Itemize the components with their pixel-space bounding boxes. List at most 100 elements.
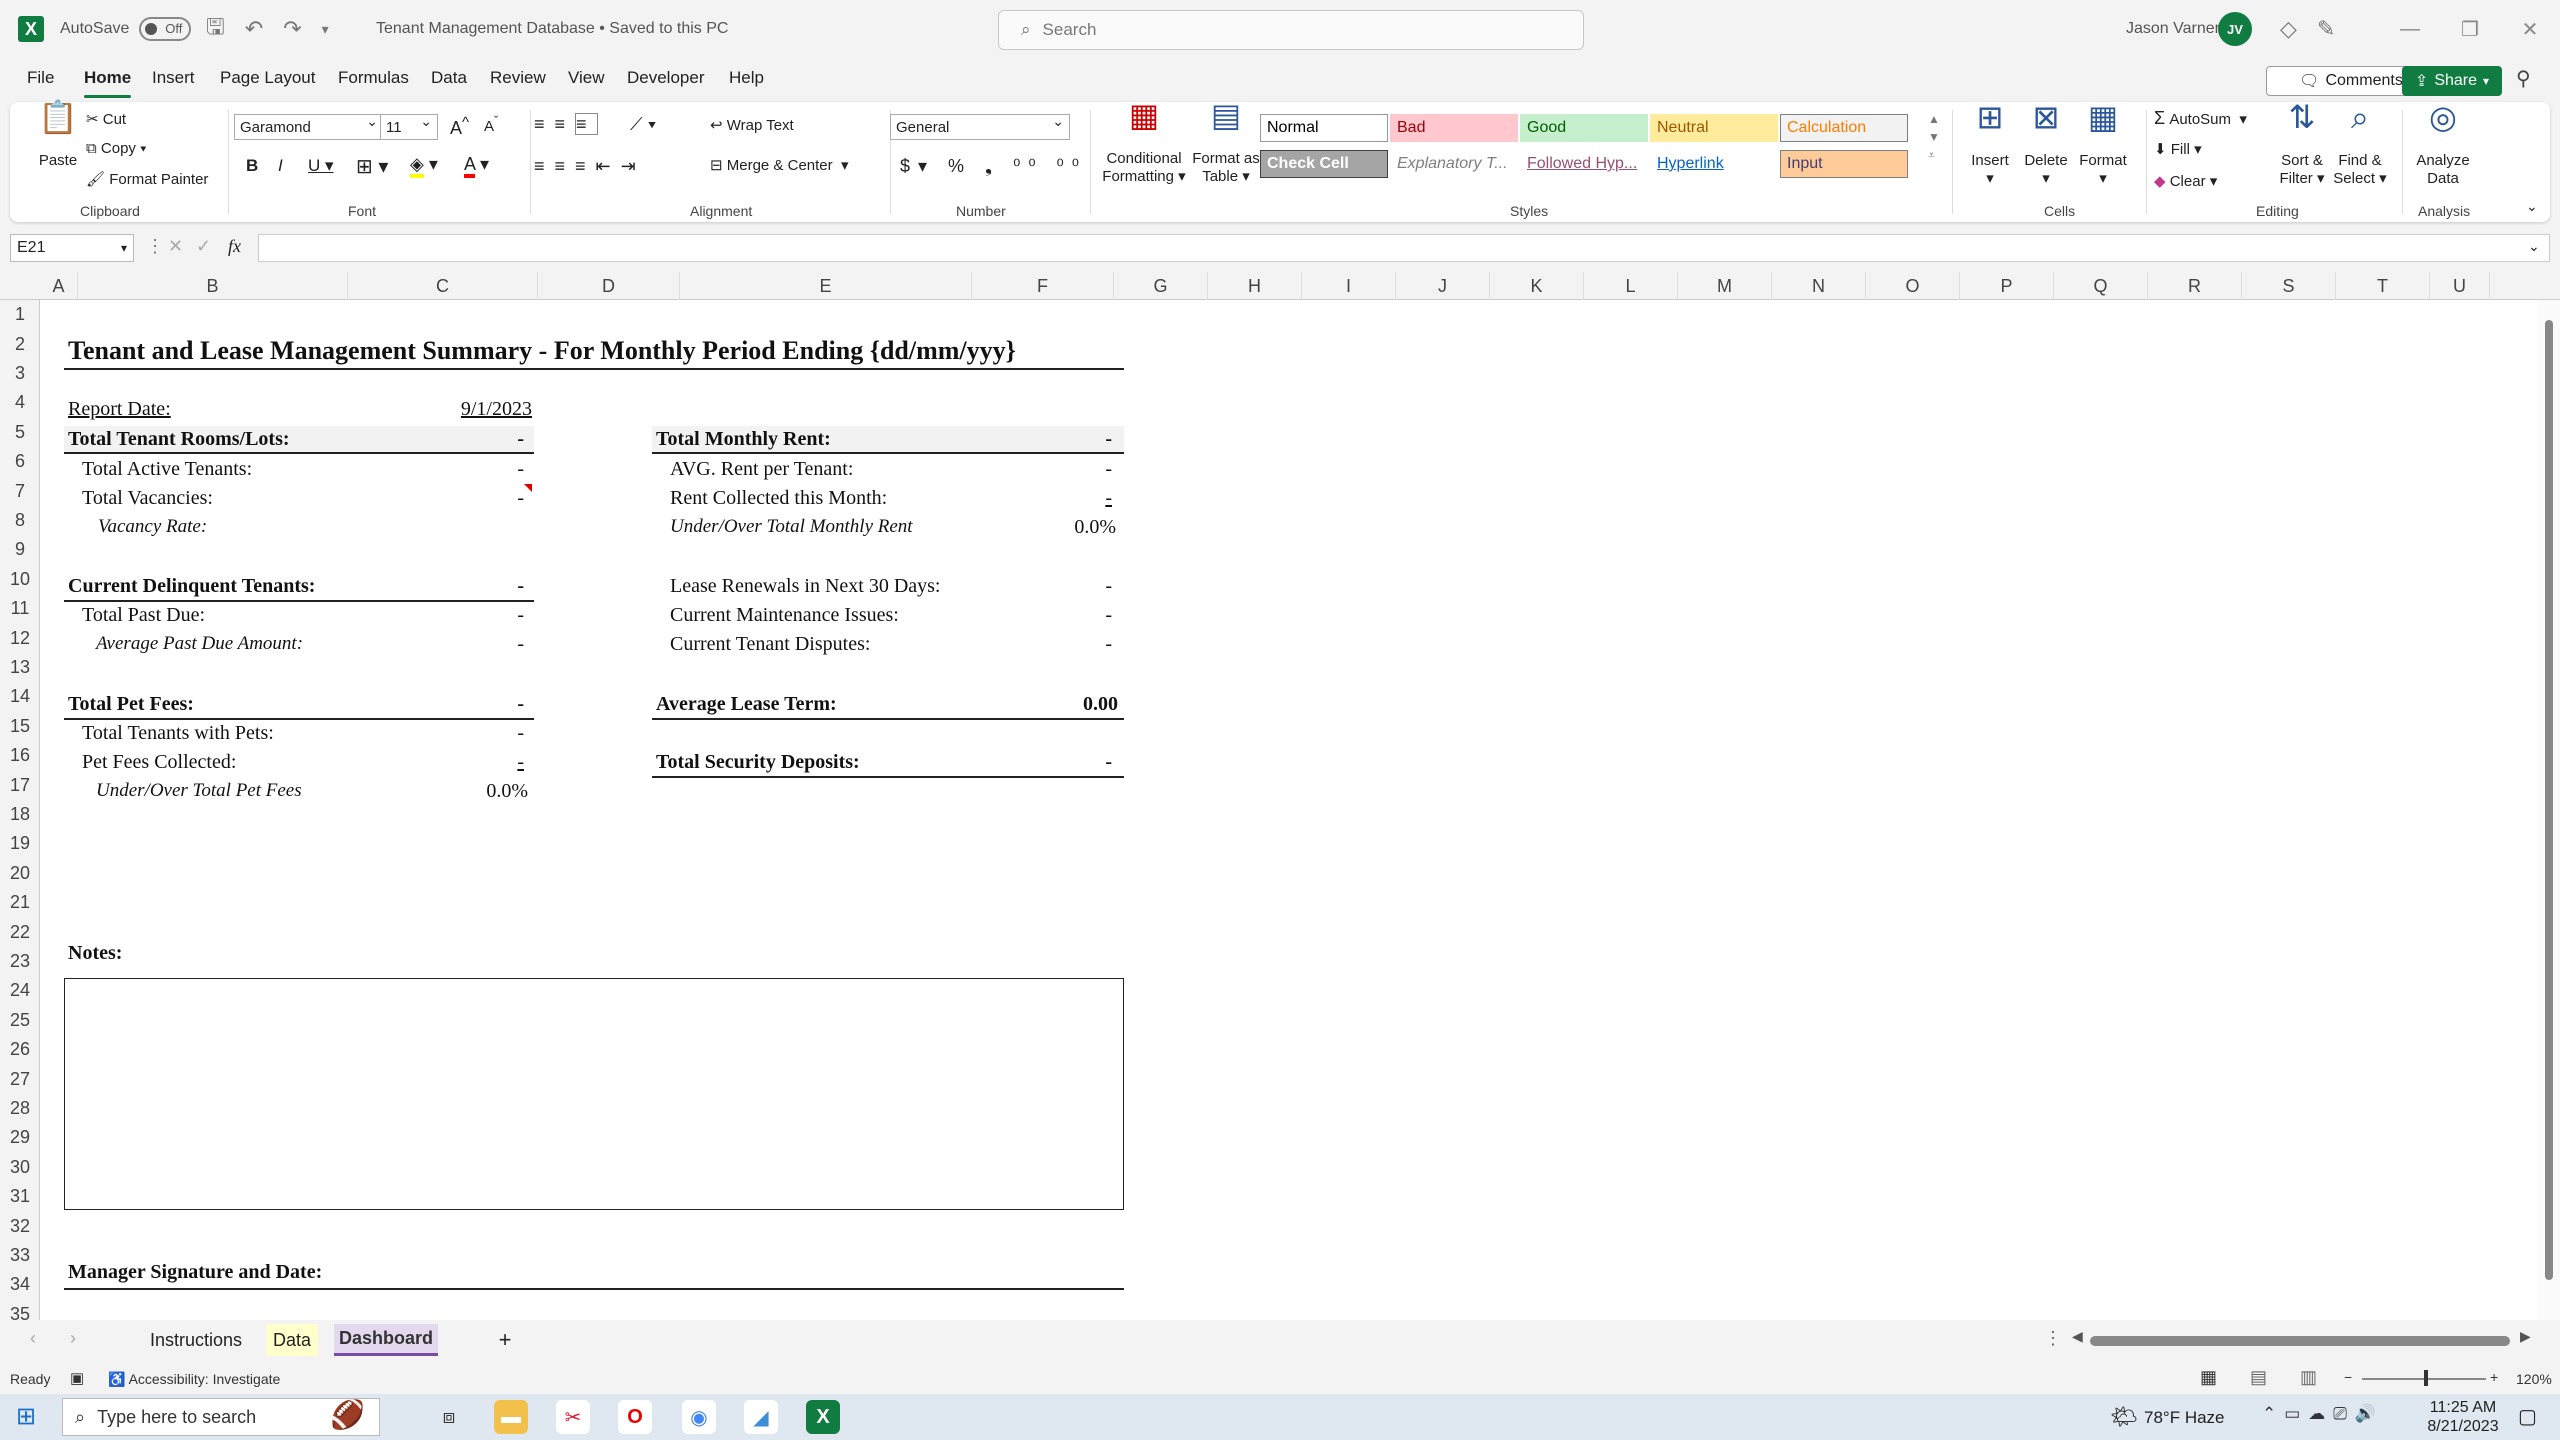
style-good[interactable]: Good	[1520, 114, 1648, 142]
menu-file[interactable]: File	[27, 68, 54, 88]
app-icon[interactable]: ◢	[744, 1400, 778, 1434]
column-header[interactable]: J	[1396, 272, 1490, 300]
horizontal-align-icons[interactable]: ≡≡≡⇤⇥	[534, 156, 646, 177]
search-box[interactable]: ⌕ Search	[998, 10, 1584, 50]
merge-center-button[interactable]: ⊟ Merge & Center ▾	[710, 156, 849, 174]
clock[interactable]: 11:25 AM 8/21/2023	[2418, 1398, 2508, 1436]
notifications-icon[interactable]: ▢	[2518, 1404, 2537, 1429]
menu-formulas[interactable]: Formulas	[338, 68, 409, 88]
column-header[interactable]: S	[2242, 272, 2336, 300]
formula-input[interactable]	[258, 234, 2550, 262]
confirm-icon[interactable]: ✓	[196, 236, 211, 257]
collapse-ribbon-icon[interactable]: ⌄	[2526, 198, 2538, 215]
conditional-formatting-button[interactable]: ▦ Conditional Formatting ▾	[1096, 99, 1192, 186]
customize-toolbar-icon[interactable]: ▾	[322, 21, 329, 38]
minimize-icon[interactable]: —	[2380, 18, 2440, 41]
page-break-view-icon[interactable]: ▥	[2300, 1367, 2317, 1388]
zoom-in-icon[interactable]: +	[2490, 1369, 2498, 1385]
cancel-icon[interactable]: ✕	[168, 236, 183, 257]
column-header[interactable]: N	[1772, 272, 1866, 300]
style-input[interactable]: Input	[1780, 150, 1908, 178]
fill-button[interactable]: ⬇ Fill ▾	[2154, 140, 2202, 158]
column-header[interactable]: Q	[2054, 272, 2148, 300]
menu-review[interactable]: Review	[490, 68, 546, 88]
system-tray-icons[interactable]: ⌃▭☁⎚🔊	[2262, 1404, 2384, 1424]
insert-function-icon[interactable]: fx	[228, 236, 241, 257]
column-header[interactable]: U	[2430, 272, 2490, 300]
column-header[interactable]: R	[2148, 272, 2242, 300]
column-header[interactable]: H	[1208, 272, 1302, 300]
page-layout-view-icon[interactable]: ▤	[2250, 1367, 2267, 1388]
accessibility-status[interactable]: ♿ Accessibility: Investigate	[108, 1371, 280, 1388]
expand-formula-icon[interactable]: ⌄	[2528, 238, 2540, 255]
number-format-select[interactable]: General	[890, 113, 1070, 140]
undo-icon[interactable]: ↶	[245, 16, 263, 42]
scroll-left-icon[interactable]: ◀	[2072, 1328, 2083, 1345]
save-icon[interactable]: 🖫	[206, 10, 225, 48]
orientation-icon[interactable]: ⟋ ▾	[630, 114, 656, 135]
comment-indicator-icon[interactable]	[524, 484, 532, 492]
weather-text[interactable]: 78°F Haze	[2144, 1408, 2225, 1428]
insert-cells-button[interactable]: ⊞ Insert ▾	[1966, 101, 2014, 188]
excel-taskbar-icon[interactable]: X	[806, 1400, 840, 1434]
font-name-select[interactable]: Garamond	[234, 113, 384, 140]
style-check-cell[interactable]: Check Cell	[1260, 150, 1388, 178]
column-header[interactable]: D	[538, 272, 680, 300]
add-sheet-button[interactable]: +	[490, 1324, 520, 1356]
snipping-tool-icon[interactable]: ✂	[556, 1400, 590, 1434]
style-calculation[interactable]: Calculation	[1780, 114, 1908, 142]
diamond-icon[interactable]: ◇	[2280, 16, 2297, 42]
paste-button[interactable]: 📋 Paste	[28, 101, 88, 170]
column-header[interactable]: A	[40, 272, 78, 300]
autosave-toggle[interactable]: Off	[139, 17, 192, 41]
menu-page-layout[interactable]: Page Layout	[220, 68, 315, 88]
close-icon[interactable]: ✕	[2500, 17, 2560, 42]
format-as-table-button[interactable]: ▤ Format as Table ▾	[1186, 99, 1266, 186]
column-header[interactable]: T	[2336, 272, 2430, 300]
column-header[interactable]: C	[348, 272, 538, 300]
style-bad[interactable]: Bad	[1390, 114, 1518, 142]
format-painter-button[interactable]: 🖌 Format Painter	[86, 170, 208, 188]
file-explorer-icon[interactable]: ▬	[494, 1400, 528, 1434]
column-header[interactable]: L	[1584, 272, 1678, 300]
more-options-icon[interactable]: ⋮	[2044, 1328, 2062, 1349]
macro-icon[interactable]: ▣	[70, 1369, 84, 1387]
increase-font-icon[interactable]: A^	[450, 114, 469, 139]
horizontal-scrollbar[interactable]	[2090, 1336, 2510, 1346]
tab-data[interactable]: Data	[266, 1324, 318, 1356]
vertical-align-icons[interactable]: ≡≡≡	[534, 113, 598, 135]
name-box[interactable]: E21 ▾	[10, 234, 134, 262]
notes-box[interactable]	[64, 978, 1124, 1210]
find-select-button[interactable]: ⌕ Find & Select ▾	[2330, 101, 2390, 188]
column-header[interactable]: M	[1678, 272, 1772, 300]
document-title[interactable]: Tenant Management Database • Saved to th…	[376, 20, 728, 38]
chrome-icon[interactable]: ◉	[682, 1400, 716, 1434]
font-color-icon[interactable]: A ▾	[464, 154, 489, 178]
number-format-icons[interactable]: $▾ % ❟ ⁰⁰ ⁰⁰	[900, 156, 1087, 177]
style-hyperlink[interactable]: Hyperlink	[1650, 150, 1778, 178]
vertical-scrollbar[interactable]	[2538, 300, 2560, 1320]
column-header[interactable]: O	[1866, 272, 1960, 300]
bold-icon[interactable]: B	[246, 156, 258, 176]
worksheet-grid[interactable]: ABCDEFGHIJKLMNOPQRSTU 1 2 3 4 5 6 7 8 9 10 11 12 13 1…	[0, 272, 2560, 1320]
menu-view[interactable]: View	[568, 68, 605, 88]
menu-data[interactable]: Data	[431, 68, 467, 88]
pen-icon[interactable]: ✎	[2317, 16, 2335, 42]
tab-dashboard[interactable]: Dashboard	[334, 1324, 438, 1356]
column-header[interactable]: E	[680, 272, 972, 300]
column-header[interactable]: B	[78, 272, 348, 300]
task-view-icon[interactable]: ⧈	[432, 1400, 466, 1434]
column-header[interactable]: F	[972, 272, 1114, 300]
menu-insert[interactable]: Insert	[152, 68, 195, 88]
style-neutral[interactable]: Neutral	[1650, 114, 1778, 142]
style-explanatory-t[interactable]: Explanatory T...	[1390, 150, 1518, 178]
scrollbar-thumb[interactable]	[2545, 320, 2553, 1280]
underline-icon[interactable]: U ▾	[308, 156, 334, 176]
format-cells-button[interactable]: ▦ Format ▾	[2076, 101, 2130, 188]
column-header[interactable]: K	[1490, 272, 1584, 300]
normal-view-icon[interactable]: ▦	[2200, 1367, 2217, 1388]
clear-button[interactable]: ◆ Clear ▾	[2154, 172, 2217, 190]
fill-color-icon[interactable]: ◈ ▾	[410, 154, 438, 178]
column-header[interactable]: G	[1114, 272, 1208, 300]
menu-developer[interactable]: Developer	[627, 68, 705, 88]
